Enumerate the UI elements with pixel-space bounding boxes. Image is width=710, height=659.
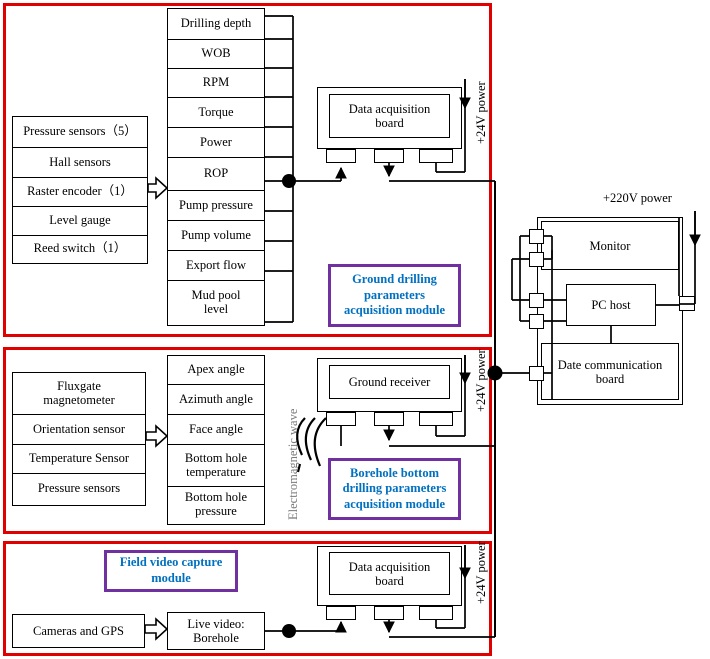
list-item: Apex angle bbox=[168, 356, 264, 385]
callout-line: Field video capture bbox=[119, 555, 223, 570]
list-item: Pump pressure bbox=[168, 191, 264, 221]
borehole-receiver-board: Ground receiver bbox=[329, 365, 450, 399]
date-communication-board-box: Date communication board bbox=[541, 343, 679, 400]
borehole-sensor-list: Fluxgate magnetometer Orientation sensor… bbox=[12, 372, 146, 506]
borehole-receiver-tab-1 bbox=[326, 412, 356, 426]
video-daq-tab-2 bbox=[374, 606, 404, 620]
borehole-parameter-list: Apex angle Azimuth angle Face angle Bott… bbox=[167, 355, 265, 525]
diagram-canvas: Pressure sensors（5） Hall sensors Raster … bbox=[0, 0, 710, 659]
cameras-and-gps-box: Cameras and GPS bbox=[12, 614, 145, 648]
list-item: Torque bbox=[168, 98, 264, 128]
monitor-box: Monitor bbox=[541, 221, 679, 270]
list-item: Export flow bbox=[168, 251, 264, 281]
video-power-label: +24V power bbox=[474, 541, 488, 604]
list-item: Temperature Sensor bbox=[13, 445, 145, 474]
borehole-receiver-tab-3 bbox=[419, 412, 453, 426]
callout-line: acquisition module bbox=[343, 303, 446, 318]
box-line: Borehole bbox=[193, 631, 239, 645]
board-line: Data acquisition bbox=[348, 559, 431, 574]
list-item: RPM bbox=[168, 69, 264, 98]
list-item: Pump volume bbox=[168, 221, 264, 251]
ground-daq-tab-3 bbox=[419, 149, 453, 163]
host-power-connector bbox=[679, 296, 695, 311]
list-item: Azimuth angle bbox=[168, 385, 264, 415]
list-item: Bottom hole pressure bbox=[184, 490, 248, 518]
ground-daq-board: Data acquisition board bbox=[329, 94, 450, 138]
callout-line: module bbox=[151, 571, 191, 585]
ground-daq-tab-1 bbox=[326, 149, 356, 163]
live-video-borehole-box: Live video: Borehole bbox=[167, 612, 265, 650]
host-connector-3 bbox=[529, 293, 544, 308]
ground-sensor-list: Pressure sensors（5） Hall sensors Raster … bbox=[12, 116, 148, 264]
list-item: Face angle bbox=[168, 415, 264, 445]
callout-line: acquisition module bbox=[343, 496, 446, 511]
board-line: Ground receiver bbox=[348, 375, 431, 389]
callout-line: Borehole bottom bbox=[350, 465, 439, 480]
host-connector-4 bbox=[529, 314, 544, 329]
callout-ground-drilling-module: Ground drilling parameters acquisition m… bbox=[328, 264, 461, 327]
callout-line: drilling parameters bbox=[342, 481, 447, 496]
box-label: Monitor bbox=[589, 238, 631, 253]
list-item: Pressure sensors（5） bbox=[13, 117, 147, 148]
list-item: Mud pool level bbox=[191, 287, 241, 316]
callout-line: parameters bbox=[363, 287, 426, 302]
video-daq-tab-3 bbox=[419, 606, 453, 620]
list-item: WOB bbox=[168, 40, 264, 69]
host-connector-1 bbox=[529, 229, 544, 244]
callout-field-video-module: Field video capture module bbox=[104, 550, 238, 592]
list-item: Fluxgate magnetometer bbox=[13, 373, 145, 415]
electromagnetic-wave-label: Electromagnetic wave bbox=[286, 408, 300, 520]
list-item: Drilling depth bbox=[168, 9, 264, 40]
box-label: PC host bbox=[591, 298, 631, 312]
list-item: Level gauge bbox=[13, 207, 147, 236]
list-item: Bottom hole temperature bbox=[168, 445, 264, 487]
pc-host-box: PC host bbox=[566, 284, 656, 326]
ground-daq-tab-2 bbox=[374, 149, 404, 163]
list-item: Power bbox=[168, 128, 264, 158]
borehole-receiver-tab-2 bbox=[374, 412, 404, 426]
list-item: Orientation sensor bbox=[13, 415, 145, 445]
borehole-power-label: +24V power bbox=[474, 349, 488, 412]
host-connector-2 bbox=[529, 252, 544, 267]
board-line: Data acquisition bbox=[348, 102, 431, 116]
list-item: Hall sensors bbox=[13, 148, 147, 178]
callout-line: Ground drilling bbox=[352, 272, 437, 287]
box-line: Live video: bbox=[187, 617, 245, 631]
ground-parameter-list: Drilling depth WOB RPM Torque Power ROP … bbox=[167, 8, 265, 326]
callout-borehole-bottom-module: Borehole bottom drilling parameters acqu… bbox=[328, 458, 461, 520]
host-connector-5 bbox=[529, 366, 544, 381]
board-line: board bbox=[595, 371, 625, 386]
list-item: Pressure sensors bbox=[37, 481, 121, 496]
list-item: Reed switch（1） bbox=[33, 241, 127, 256]
box-label: Cameras and GPS bbox=[33, 624, 124, 638]
board-line: board bbox=[375, 573, 404, 588]
video-daq-board: Data acquisition board bbox=[329, 552, 450, 595]
ground-power-label: +24V power bbox=[474, 81, 488, 144]
list-item: ROP bbox=[168, 158, 264, 191]
video-daq-tab-1 bbox=[326, 606, 356, 620]
board-line: Date communication bbox=[557, 357, 663, 372]
board-line: board bbox=[375, 116, 404, 130]
host-power-label: +220V power bbox=[603, 191, 672, 205]
list-item: Raster encoder（1） bbox=[13, 178, 147, 207]
